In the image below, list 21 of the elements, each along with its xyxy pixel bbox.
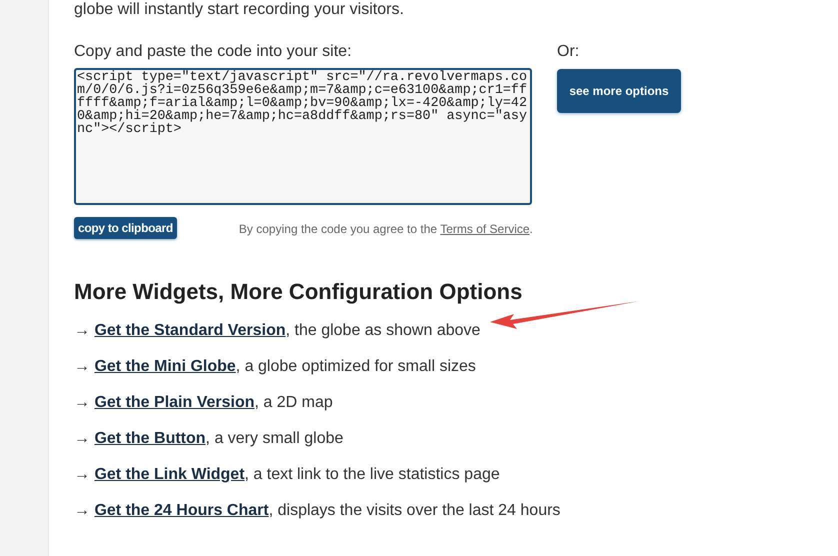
- terms-link[interactable]: Terms of Service: [440, 222, 530, 236]
- widget-link[interactable]: Get the 24 Hours Chart: [94, 502, 269, 519]
- widget-link[interactable]: Get the Link Widget: [94, 466, 245, 483]
- copy-button[interactable]: copy to clipboard: [74, 217, 177, 239]
- widget-item: → Get the Button, a very small globe: [74, 429, 344, 449]
- widget-link[interactable]: Get the Plain Version: [94, 394, 254, 411]
- widget-item: → Get the Mini Globe, a globe optimized for small sizes: [74, 357, 477, 377]
- intro-text: globe will instantly start recording your visitors.: [74, 0, 405, 20]
- or-label: Or:: [557, 42, 580, 62]
- widget-link[interactable]: Get the Mini Globe: [94, 358, 236, 375]
- widget-item: → Get the Standard Version, the globe as shown above: [74, 321, 482, 341]
- code-label: Copy and paste the code into your site:: [74, 42, 353, 62]
- terms-text: By copying the code you agree to the Terms of Service.: [238, 222, 533, 236]
- widget-item: → Get the Link Widget, a text link to the live statistics page: [74, 465, 501, 485]
- code-field[interactable]: <script type="text/javascript" src="//ra.revolvermaps.com/0/0/6.js?i=0z56q359e6e&amp;m=7&amp;c=e63100&amp;cr1=ffffff&amp;f=arial&amp;l=0&amp;bv=90&amp;lx=-420&amp;ly=420&amp;hi=20&amp;he=7&amp;hc=a8ddff&amp;rs=80" async="async"></script>: [74, 68, 532, 205]
- more-options-button[interactable]: see more options: [557, 69, 681, 113]
- section-heading: More Widgets, More Configuration Options: [74, 279, 524, 305]
- widget-link[interactable]: Get the Button: [94, 430, 206, 447]
- widget-item: → Get the Plain Version, a 2D map: [74, 393, 334, 413]
- widget-link[interactable]: Get the Standard Version: [94, 322, 286, 339]
- widget-item: → Get the 24 Hours Chart, displays the visits over the last 24 hours: [74, 501, 562, 521]
